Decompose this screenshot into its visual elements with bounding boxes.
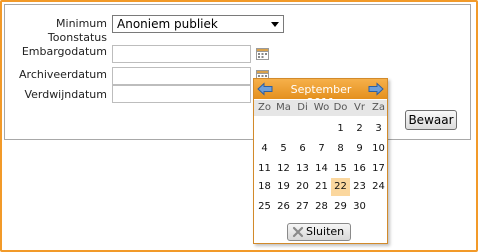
calendar-day[interactable]: 30 <box>350 200 369 214</box>
weekday-label: Do <box>333 102 348 113</box>
arrow-left-icon[interactable] <box>257 82 273 96</box>
calendar-day[interactable]: 10 <box>369 142 388 156</box>
calendar-day[interactable]: 29 <box>331 200 350 214</box>
weekday-label: Vr <box>354 102 365 113</box>
calendar-day[interactable]: 12 <box>274 162 293 176</box>
calendar-day[interactable]: 3 <box>369 122 388 136</box>
calendar-day[interactable]: 21 <box>312 180 331 194</box>
archive-date-input[interactable] <box>112 67 251 85</box>
calendar-day[interactable]: 9 <box>350 142 369 156</box>
weekday-label: Di <box>297 102 308 113</box>
form-panel: Minimum Toonstatus Anoniem publiek Embar… <box>4 4 471 140</box>
vanish-label: Verdwijndatum <box>24 88 107 101</box>
calendar-day[interactable]: 16 <box>350 162 369 176</box>
calendar-day[interactable]: 6 <box>293 142 312 156</box>
calendar-day[interactable]: 14 <box>312 162 331 176</box>
calendar-day[interactable]: 26 <box>274 200 293 214</box>
calendar-day[interactable]: 17 <box>369 162 388 176</box>
calendar-day[interactable]: 13 <box>293 162 312 176</box>
calendar-day[interactable]: 1 <box>331 122 350 136</box>
close-x-icon <box>292 226 304 238</box>
arrow-right-icon[interactable] <box>368 82 384 96</box>
calendar-day[interactable]: 20 <box>293 180 312 194</box>
archive-label: Archiveerdatum <box>19 68 107 81</box>
calendar-day[interactable]: 18 <box>255 180 274 194</box>
calendar-day[interactable]: 5 <box>274 142 293 156</box>
close-calendar-button[interactable]: Sluiten <box>287 223 351 241</box>
calendar-day[interactable]: 23 <box>350 180 369 194</box>
weekday-label: Wo <box>313 102 330 113</box>
weekday-label: Za <box>372 102 385 113</box>
calendar-icon[interactable] <box>256 46 269 60</box>
weekday-label: Ma <box>276 102 291 113</box>
close-calendar-label: Sluiten <box>306 225 345 238</box>
calendar-day[interactable]: 8 <box>331 142 350 156</box>
calendar-day[interactable]: 27 <box>293 200 312 214</box>
calendar-day[interactable]: 7 <box>312 142 331 156</box>
vanish-date-input[interactable] <box>112 85 251 103</box>
chevron-down-icon <box>271 22 279 27</box>
date-picker-popup: September 2011 Zo Ma Di Wo Do Vr Za 1 2 … <box>253 78 388 244</box>
calendar-day[interactable]: 19 <box>274 180 293 194</box>
calendar-day[interactable]: 28 <box>312 200 331 214</box>
embargo-date-input[interactable] <box>112 45 251 63</box>
calendar-day[interactable]: 11 <box>255 162 274 176</box>
calendar-day[interactable]: 24 <box>369 180 388 194</box>
calendar-day-highlighted[interactable]: 22 <box>331 178 350 196</box>
min-status-select[interactable]: Anoniem publiek <box>112 15 284 33</box>
calendar-day[interactable]: 25 <box>255 200 274 214</box>
min-status-value: Anoniem publiek <box>117 17 218 31</box>
calendar-header: September 2011 <box>254 79 387 109</box>
embargo-label: Embargodatum <box>21 45 107 58</box>
calendar-day[interactable]: 4 <box>255 142 274 156</box>
min-status-label-1: Minimum <box>56 17 107 30</box>
min-status-label-2: Toonstatus <box>47 31 107 44</box>
calendar-day[interactable]: 2 <box>350 122 369 136</box>
weekday-label: Zo <box>258 102 271 113</box>
weekday-row: Zo Ma Di Wo Do Vr Za <box>254 100 387 116</box>
save-button[interactable]: Bewaar <box>405 110 457 130</box>
calendar-day[interactable]: 15 <box>331 162 350 176</box>
